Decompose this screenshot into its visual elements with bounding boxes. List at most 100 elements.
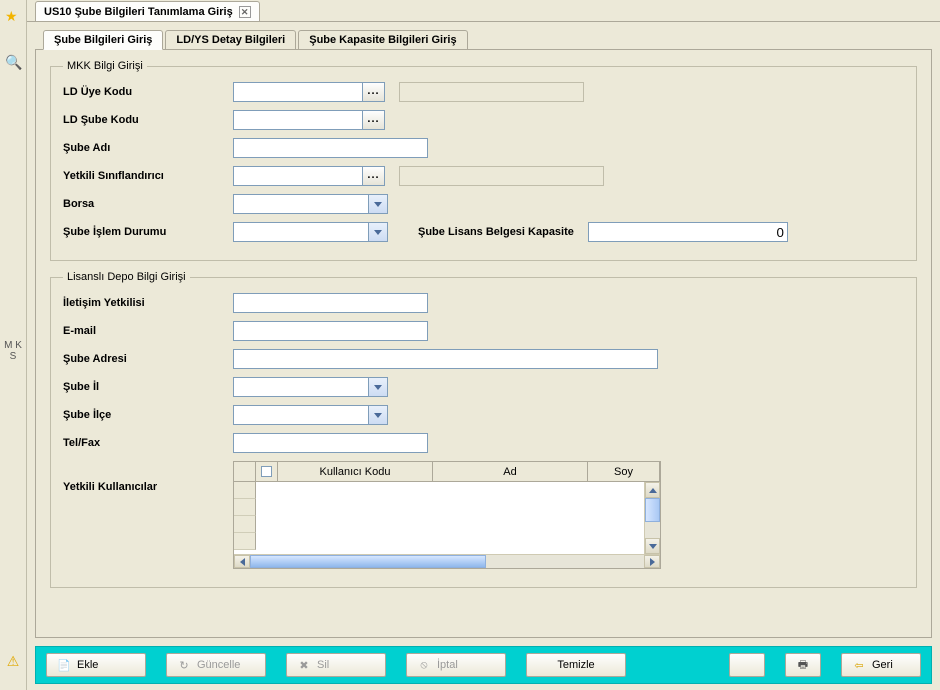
grid-horizontal-scrollbar[interactable] bbox=[234, 554, 660, 568]
button-label: Temizle bbox=[557, 659, 594, 671]
favorite-icon[interactable]: ★ bbox=[5, 8, 21, 24]
back-arrow-icon: ⇦ bbox=[852, 659, 866, 672]
button-label: Sil bbox=[317, 659, 329, 671]
ekle-button[interactable]: 📄 Ekle bbox=[46, 653, 146, 677]
cancel-icon: ⦸ bbox=[417, 659, 431, 672]
chevron-down-icon[interactable] bbox=[368, 377, 388, 397]
lookup-yetkili-siniflandirici[interactable]: ... bbox=[363, 166, 385, 186]
fieldset-depo: Lisanslı Depo Bilgi Girişi İletişim Yetk… bbox=[50, 271, 917, 588]
iptal-button[interactable]: ⦸ İptal bbox=[406, 653, 506, 677]
button-bar: 📄 Ekle ↻ Güncelle ✖ Sil ⦸ İptal Temizle bbox=[35, 646, 932, 684]
input-borsa[interactable] bbox=[233, 194, 368, 214]
search-icon[interactable]: 🔍 bbox=[5, 54, 21, 70]
inner-tabbar: Şube Bilgileri Giriş LD/YS Detay Bilgile… bbox=[35, 28, 932, 50]
input-yetkili-siniflandirici[interactable] bbox=[233, 166, 363, 186]
blank-button[interactable] bbox=[729, 653, 765, 677]
input-sube-adresi[interactable] bbox=[233, 349, 658, 369]
chevron-down-icon[interactable] bbox=[368, 222, 388, 242]
grid-header-soy[interactable]: Soy bbox=[588, 462, 660, 481]
scroll-down-icon[interactable] bbox=[645, 538, 660, 554]
side-label-mks: M K S bbox=[0, 340, 26, 362]
fieldset-mkk: MKK Bilgi Girişi LD Üye Kodu ... LD Şube… bbox=[50, 60, 917, 261]
label-email: E-mail bbox=[63, 325, 233, 337]
geri-button[interactable]: ⇦ Geri bbox=[841, 653, 921, 677]
label-sube-il: Şube İl bbox=[63, 381, 233, 393]
input-sube-ilce[interactable] bbox=[233, 405, 368, 425]
scroll-thumb[interactable] bbox=[250, 555, 486, 568]
grid-row-header[interactable] bbox=[234, 482, 256, 499]
scroll-right-icon[interactable] bbox=[644, 555, 660, 568]
warning-icon[interactable]: ⚠ bbox=[7, 653, 20, 670]
label-sube-adresi: Şube Adresi bbox=[63, 353, 233, 365]
scroll-up-icon[interactable] bbox=[645, 482, 660, 498]
label-iletisim-yetkilisi: İletişim Yetkilisi bbox=[63, 297, 233, 309]
button-label: Ekle bbox=[77, 659, 98, 671]
input-sube-il[interactable] bbox=[233, 377, 368, 397]
label-kapasite: Şube Lisans Belgesi Kapasite bbox=[418, 226, 574, 238]
sil-button[interactable]: ✖ Sil bbox=[286, 653, 386, 677]
button-label: İptal bbox=[437, 659, 458, 671]
printer-icon: 🖶 bbox=[798, 656, 808, 675]
legend-mkk: MKK Bilgi Girişi bbox=[63, 60, 147, 72]
input-sube-islem-durumu[interactable] bbox=[233, 222, 368, 242]
grid-vertical-scrollbar[interactable] bbox=[644, 482, 660, 554]
combo-sube-il[interactable] bbox=[233, 377, 388, 397]
label-sube-islem-durumu: Şube İşlem Durumu bbox=[63, 226, 233, 238]
label-ld-sube-kodu: LD Şube Kodu bbox=[63, 114, 233, 126]
input-ld-sube-kodu[interactable] bbox=[233, 110, 363, 130]
label-yetkili-siniflandirici: Yetkili Sınıflandırıcı bbox=[63, 170, 233, 182]
tab-label: Şube Kapasite Bilgileri Giriş bbox=[309, 34, 456, 46]
label-sube-ilce: Şube İlçe bbox=[63, 409, 233, 421]
display-yetkili-siniflandirici bbox=[399, 166, 604, 186]
button-label: Geri bbox=[872, 659, 893, 671]
combo-borsa[interactable] bbox=[233, 194, 388, 214]
form-panel: MKK Bilgi Girişi LD Üye Kodu ... LD Şube… bbox=[35, 49, 932, 638]
button-label: Güncelle bbox=[197, 659, 240, 671]
lookup-ld-uye-kodu[interactable]: ... bbox=[363, 82, 385, 102]
window-tabbar: US10 Şube Bilgileri Tanımlama Giriş ✕ bbox=[27, 0, 940, 22]
label-ld-uye-kodu: LD Üye Kodu bbox=[63, 86, 233, 98]
label-sube-adi: Şube Adı bbox=[63, 142, 233, 154]
add-icon: 📄 bbox=[57, 659, 71, 672]
tab-sube-bilgileri[interactable]: Şube Bilgileri Giriş bbox=[43, 30, 163, 50]
input-kapasite[interactable] bbox=[588, 222, 788, 242]
grid-header-checkbox[interactable] bbox=[256, 462, 278, 481]
grid-header-ad[interactable]: Ad bbox=[433, 462, 588, 481]
chevron-down-icon[interactable] bbox=[368, 194, 388, 214]
combo-sube-ilce[interactable] bbox=[233, 405, 388, 425]
combo-sube-islem-durumu[interactable] bbox=[233, 222, 388, 242]
scroll-thumb[interactable] bbox=[645, 498, 660, 522]
grid-header-kullanici-kodu[interactable]: Kullanıcı Kodu bbox=[278, 462, 433, 481]
grid-row-header[interactable] bbox=[234, 533, 256, 550]
label-telfax: Tel/Fax bbox=[63, 437, 233, 449]
guncelle-button[interactable]: ↻ Güncelle bbox=[166, 653, 266, 677]
print-button[interactable]: 🖶 bbox=[785, 653, 821, 677]
scroll-left-icon[interactable] bbox=[234, 555, 250, 568]
input-iletisim-yetkilisi[interactable] bbox=[233, 293, 428, 313]
legend-depo: Lisanslı Depo Bilgi Girişi bbox=[63, 271, 190, 283]
tab-label: LD/YS Detay Bilgileri bbox=[176, 34, 285, 46]
grid-cells-area[interactable] bbox=[256, 482, 660, 554]
input-email[interactable] bbox=[233, 321, 428, 341]
label-borsa: Borsa bbox=[63, 198, 233, 210]
side-rail: ★ 🔍 M K S ⚠ bbox=[0, 0, 27, 690]
grid-corner bbox=[234, 462, 256, 481]
grid-yetkili-kullanicilar[interactable]: Kullanıcı Kodu Ad Soy bbox=[233, 461, 661, 569]
close-icon[interactable]: ✕ bbox=[239, 6, 251, 18]
lookup-ld-sube-kodu[interactable]: ... bbox=[363, 110, 385, 130]
delete-icon: ✖ bbox=[297, 659, 311, 672]
grid-row-header[interactable] bbox=[234, 516, 256, 533]
refresh-icon: ↻ bbox=[177, 659, 191, 672]
window-title: US10 Şube Bilgileri Tanımlama Giriş bbox=[44, 6, 233, 18]
temizle-button[interactable]: Temizle bbox=[526, 653, 626, 677]
label-yetkili-kullanicilar: Yetkili Kullanıcılar bbox=[63, 461, 233, 493]
chevron-down-icon[interactable] bbox=[368, 405, 388, 425]
tab-label: Şube Bilgileri Giriş bbox=[54, 34, 152, 46]
tab-kapasite[interactable]: Şube Kapasite Bilgileri Giriş bbox=[298, 30, 467, 50]
tab-ldys-detay[interactable]: LD/YS Detay Bilgileri bbox=[165, 30, 296, 50]
window-tab[interactable]: US10 Şube Bilgileri Tanımlama Giriş ✕ bbox=[35, 1, 260, 21]
input-telfax[interactable] bbox=[233, 433, 428, 453]
grid-row-header[interactable] bbox=[234, 499, 256, 516]
input-ld-uye-kodu[interactable] bbox=[233, 82, 363, 102]
input-sube-adi[interactable] bbox=[233, 138, 428, 158]
